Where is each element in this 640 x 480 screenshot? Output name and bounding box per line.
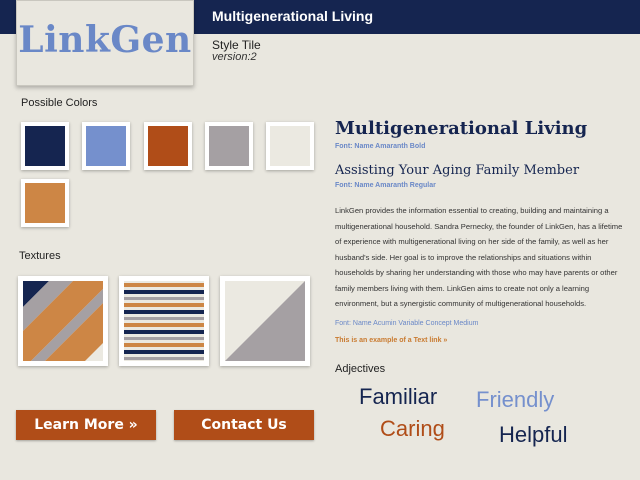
adjectives-label: Adjectives <box>335 363 386 375</box>
heading-2-sample: Assisting Your Aging Family Member <box>335 163 580 178</box>
swatch-periwinkle <box>82 122 130 170</box>
body-font-note: Font: Name Acumin Variable Concept Mediu… <box>335 320 479 327</box>
texture-horizontal-stripes <box>119 276 209 366</box>
swatch-navy <box>21 122 69 170</box>
swatch-tan <box>21 179 69 227</box>
swatch-fill <box>25 183 65 223</box>
tile-version: version:2 <box>212 51 257 63</box>
adjective-caring: Caring <box>380 416 445 441</box>
colors-label: Possible Colors <box>21 97 98 109</box>
logo: LinkGen <box>18 19 192 61</box>
texture-diagonal-split <box>220 276 310 366</box>
swatch-fill <box>209 126 249 166</box>
heading-2-font-note: Font: Name Amaranth Regular <box>335 182 436 189</box>
header-title: Multigenerational Living <box>212 8 374 24</box>
heading-1-sample: Multigenerational Living <box>335 118 588 139</box>
swatch-fill <box>270 126 310 166</box>
heading-1-font-note: Font: Name Amaranth Bold <box>335 143 426 150</box>
body-text-sample: LinkGen provides the information essenti… <box>335 206 623 308</box>
text-link-example[interactable]: This is an example of a Text link » <box>335 337 447 344</box>
learn-more-button[interactable]: Learn More » <box>16 410 156 440</box>
swatch-fill <box>25 126 65 166</box>
adjective-familiar: Familiar <box>359 384 438 409</box>
contact-us-button[interactable]: Contact Us <box>174 410 314 440</box>
swatch-gray <box>205 122 253 170</box>
logo-card: LinkGen <box>16 0 194 86</box>
swatch-rust <box>144 122 192 170</box>
adjective-friendly: Friendly <box>476 387 555 412</box>
swatch-fill <box>86 126 126 166</box>
swatch-cream <box>266 122 314 170</box>
texture-diagonal-stripes <box>18 276 108 366</box>
textures-label: Textures <box>19 250 61 262</box>
tile-name: Style Tile <box>212 38 261 52</box>
adjective-helpful: Helpful <box>499 422 568 447</box>
swatch-fill <box>148 126 188 166</box>
